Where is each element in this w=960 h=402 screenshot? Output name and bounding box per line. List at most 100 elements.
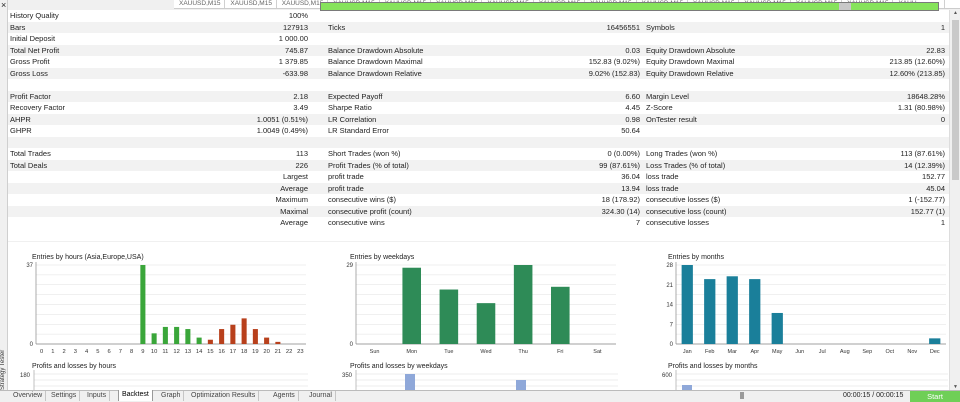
report-label: LR Standard Error — [328, 126, 389, 135]
y-tick-label: 14 — [666, 303, 673, 309]
report-scrollbar[interactable]: ▲ ▼ — [949, 10, 960, 390]
y-tick-label: 7 — [670, 322, 674, 328]
x-tick-label: 5 — [96, 349, 99, 355]
x-tick-label: Sep — [862, 349, 872, 355]
report-label: consecutive wins — [328, 218, 385, 227]
report-row: Average profit trade 13.94 loss trade 45.04 — [8, 182, 949, 194]
profits-hours-title: Profits and losses by hours — [32, 363, 117, 370]
report-value: -633.98 — [282, 68, 308, 78]
report-value: 152.83 (9.02%) — [588, 57, 640, 66]
x-tick-label: Feb — [705, 349, 714, 355]
x-tick-label: Nov — [907, 349, 917, 355]
report-value: 0.03 — [625, 45, 640, 55]
bar-17 — [230, 324, 236, 344]
report-row: Largest profit trade 36.04 loss trade 152.77 — [8, 171, 949, 183]
report-value: 1.0049 (0.49%) — [256, 126, 308, 135]
scroll-up-icon[interactable]: ▲ — [953, 10, 958, 16]
chart-tab[interactable]: XAUUSD,M15 — [225, 0, 277, 8]
x-tick-label: 10 — [151, 349, 157, 355]
report-value: 213.85 (12.60%) — [889, 57, 945, 66]
weekdays-chart-title: Entries by weekdays — [350, 254, 415, 261]
bar-fri — [551, 286, 570, 344]
x-tick-label: 12 — [173, 349, 179, 355]
profits-weekdays-ylabel: 350 — [342, 373, 353, 379]
chart-tab[interactable]: XAUUSD,M15 — [174, 0, 226, 8]
report-value: 22.83 — [926, 45, 945, 55]
history-quality-label: History Quality — [10, 11, 59, 20]
report-value: 45.04 — [926, 183, 945, 193]
report-value: 7 — [635, 218, 640, 227]
profits-weekdays-bar-thu — [516, 380, 526, 390]
x-tick-label: Aug — [840, 349, 850, 355]
report-row: Recovery Factor 3.49 Sharpe Ratio 4.45 Z-Sco… — [8, 102, 949, 114]
tab-overview[interactable]: Overview — [10, 391, 47, 401]
tab-inputs[interactable]: Inputs — [84, 391, 111, 401]
report-value: 0.98 — [625, 114, 640, 124]
report-label: LR Correlation — [328, 114, 377, 124]
x-tick-label: 20 — [263, 349, 269, 355]
report-value: 745.87 — [285, 45, 308, 55]
close-icon[interactable]: × — [1, 1, 6, 10]
report-value: 127913 — [282, 22, 308, 32]
y-tick-label: 37 — [26, 263, 33, 269]
x-tick-label: 23 — [297, 349, 303, 355]
x-tick-label: 14 — [196, 349, 203, 355]
report-label: Expected Payoff — [328, 91, 383, 101]
report-value: 0 (0.00%) — [607, 149, 640, 158]
tab-optimization-results[interactable]: Optimization Results — [188, 391, 260, 401]
x-tick-label: Dec — [930, 349, 940, 355]
report-row: Profit Factor 2.18 Expected Payoff 6.60 Marg… — [8, 90, 949, 102]
profits-weekdays-title: Profits and losses by weekdays — [350, 363, 448, 370]
bar-20 — [264, 337, 270, 344]
bar-dec — [929, 338, 941, 344]
x-tick-label: 17 — [230, 349, 236, 355]
x-tick-label: 13 — [185, 349, 191, 355]
report-value: 6.60 — [625, 91, 640, 101]
profits-months-ylabel: 600 — [662, 373, 673, 379]
report-row: Maximal consecutive profit (count) 324.30 … — [8, 205, 949, 217]
report-label: Total Net Profit — [10, 45, 60, 55]
x-tick-label: Mon — [406, 349, 417, 355]
bar-13 — [185, 329, 191, 344]
bar-12 — [174, 326, 180, 344]
report-row: Gross Loss -633.98 Balance Drawdown Relati… — [8, 67, 949, 79]
report-value: Largest — [282, 172, 308, 181]
report-value: 113 — [296, 149, 308, 158]
start-button[interactable]: Start — [910, 391, 960, 402]
report-label: Total Deals — [10, 160, 48, 170]
profits-weekdays-chart: 350 — [342, 370, 618, 390]
bar-thu — [513, 265, 533, 344]
profits-hours-chart: 180 — [20, 370, 308, 390]
report-value: 4.45 — [625, 103, 640, 112]
tab-backtest[interactable]: Backtest — [118, 390, 153, 401]
x-tick-label: May — [772, 349, 783, 355]
report-label: Gross Loss — [10, 68, 48, 78]
bar-feb — [704, 279, 716, 344]
report-row: Total Deals 226 Profit Trades (% of total)… — [8, 159, 949, 171]
elapsed-timer: 00:00:15 / 00:00:15 — [843, 392, 904, 399]
report-label: Gross Profit — [10, 57, 50, 66]
strategy-tester-label: Strategy Tester — [0, 349, 6, 391]
x-tick-label: 0 — [40, 349, 43, 355]
tab-agents[interactable]: Agents — [270, 391, 299, 401]
scrollbar-thumb[interactable] — [952, 20, 959, 180]
report-label: Ticks — [328, 22, 346, 32]
x-tick-label: Tue — [444, 349, 453, 355]
bar-14 — [196, 337, 202, 344]
bar-18 — [241, 318, 247, 344]
history-quality-row: History Quality 100% — [8, 10, 949, 22]
x-tick-label: 16 — [218, 349, 224, 355]
horizontal-scroll-thumb[interactable] — [740, 392, 744, 399]
report-value: 113 (87.61%) — [900, 149, 945, 158]
tab-journal[interactable]: Journal — [306, 391, 336, 401]
report-label: Profit Trades (% of total) — [328, 160, 409, 170]
bar-apr — [749, 279, 761, 344]
x-tick-label: Fri — [557, 349, 563, 355]
report-value: 1.0051 (0.51%) — [256, 114, 308, 124]
report-value: Maximal — [280, 206, 308, 216]
x-tick-label: Apr — [750, 349, 759, 355]
tab-graph[interactable]: Graph — [158, 391, 185, 401]
x-tick-label: 7 — [119, 349, 122, 355]
tab-settings[interactable]: Settings — [48, 391, 81, 401]
report-row: Bars 127913 Ticks 16456551 Symbols 1 — [8, 21, 949, 33]
